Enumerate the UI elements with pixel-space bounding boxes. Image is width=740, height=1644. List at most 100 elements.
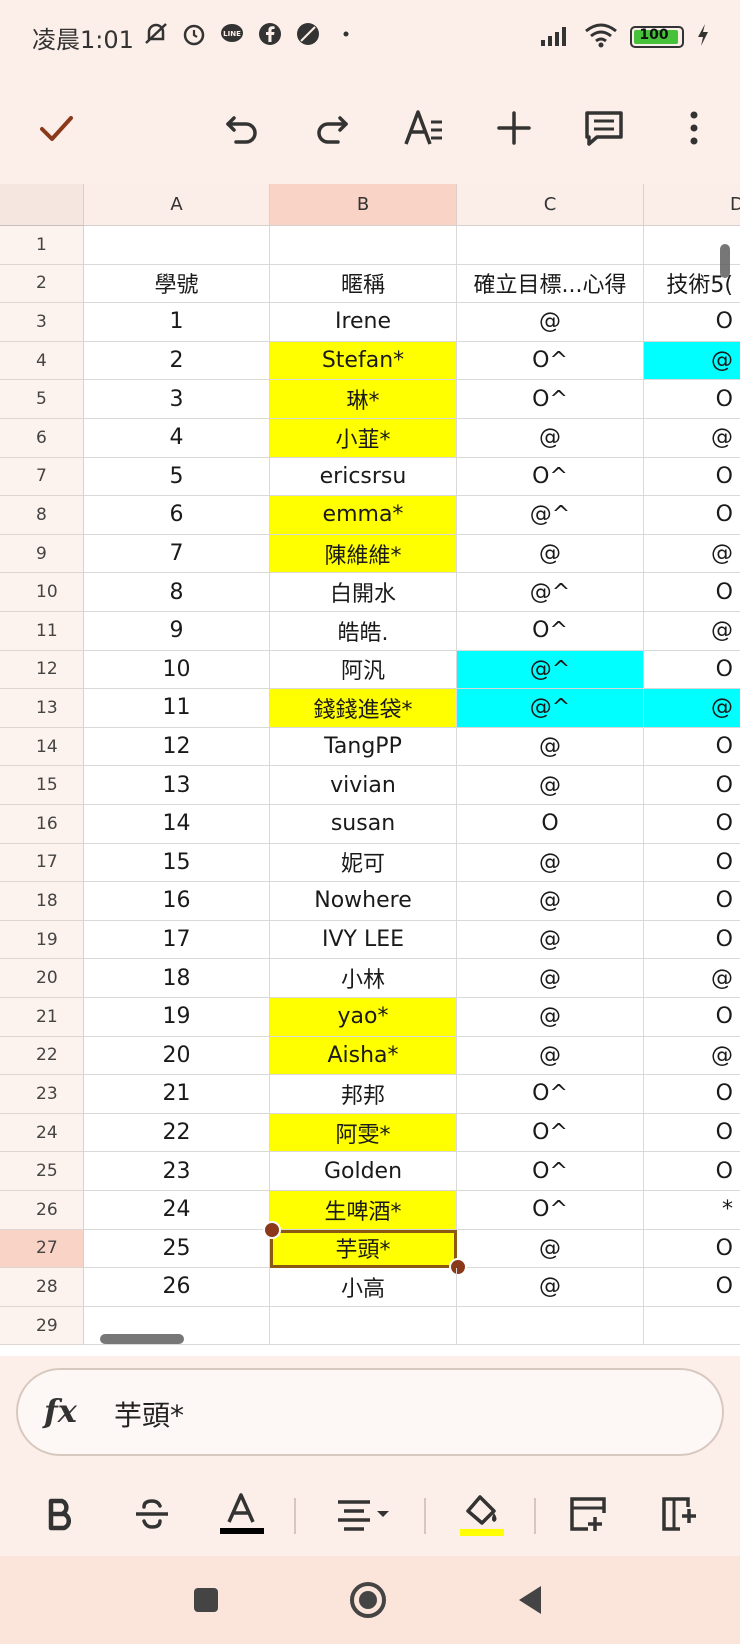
cell-b[interactable]: 陳維維* [270,534,457,574]
cell-d[interactable] [644,1307,740,1346]
redo-icon[interactable] [304,100,360,156]
cell-c[interactable]: O^ [457,1075,644,1114]
cell-b[interactable]: 皓皓. [270,612,457,651]
row-header[interactable]: 10 [0,573,84,612]
cell-d[interactable]: O [644,728,740,767]
selection-handle-start[interactable] [263,1220,281,1239]
check-icon[interactable] [28,100,84,156]
cell-a[interactable]: 8 [84,573,270,612]
more-icon[interactable] [666,100,722,156]
cell-b[interactable]: ericsrsu [270,457,457,497]
cell-c[interactable] [457,226,644,265]
cell-d[interactable]: O [644,1230,740,1269]
cell-d[interactable]: O [644,496,740,535]
cell-b[interactable]: 白開水 [270,573,457,612]
cell-c[interactable]: O^ [457,380,644,419]
row-header[interactable]: 25 [0,1152,84,1191]
text-format-icon[interactable] [396,100,452,156]
cell-b[interactable]: 小高 [270,1268,457,1307]
row-header[interactable]: 8 [0,496,84,535]
cell-b[interactable]: Golden [270,1152,457,1191]
cell-c[interactable]: @^ [457,650,644,690]
cell-c[interactable]: O^ [457,612,644,651]
cell-d[interactable]: O [644,844,740,883]
row-header[interactable]: 12 [0,650,84,690]
cell-a[interactable]: 11 [84,689,270,728]
cell-d[interactable]: O [644,651,740,690]
cell-a[interactable]: 26 [84,1268,270,1307]
row-header[interactable]: 1 [0,226,84,265]
row-header[interactable]: 14 [0,727,84,767]
cell-d[interactable]: @ [644,959,740,998]
cell-c[interactable]: @ [457,843,644,883]
cell-c[interactable]: O^ [457,1113,644,1153]
row-header[interactable]: 11 [0,612,84,651]
cell-d[interactable]: @ [644,612,740,651]
cell-c[interactable]: O^ [457,457,644,497]
insert-row-icon[interactable] [556,1486,620,1542]
cell-a[interactable]: 12 [84,727,270,767]
cell-d[interactable]: @ [644,689,740,728]
cell-c[interactable]: @ [457,920,644,960]
row-header[interactable]: 3 [0,303,84,342]
cell-d[interactable]: * [644,1191,740,1230]
bold-icon[interactable] [28,1486,92,1542]
insert-icon[interactable] [486,100,542,156]
cell-b[interactable]: 暱稱 [270,264,457,304]
row-header[interactable]: 29 [0,1306,84,1346]
cell-a[interactable]: 10 [84,650,270,690]
cell-b[interactable] [270,1306,457,1346]
cell-b[interactable]: Aisha* [270,1036,457,1076]
cell-d[interactable]: O [644,1114,740,1153]
cell-d[interactable]: O [644,998,740,1037]
cell-b[interactable]: IVY LEE [270,920,457,960]
cell-c[interactable]: O^ [457,1191,644,1230]
cell-c[interactable]: @^ [457,496,644,535]
cell-c[interactable]: @^ [457,689,644,728]
cell-c[interactable]: @ [457,303,644,342]
cell-a[interactable]: 20 [84,1036,270,1076]
cell-c[interactable]: @ [457,534,644,574]
cell-a[interactable]: 23 [84,1152,270,1191]
cell-b[interactable]: 妮可 [270,843,457,883]
row-header[interactable]: 26 [0,1191,84,1230]
cell-a[interactable]: 6 [84,496,270,535]
cell-b[interactable]: susan [270,805,457,844]
column-header-a[interactable]: A [84,184,270,226]
cell-b[interactable]: 阿汎 [270,650,457,690]
formula-input[interactable]: 芋頭* [114,1394,184,1434]
undo-icon[interactable] [214,100,270,156]
cell-c[interactable]: @ [457,766,644,805]
back-icon[interactable] [506,1576,554,1624]
cell-c[interactable]: @ [457,1268,644,1307]
cell-d[interactable]: O [644,1075,740,1114]
column-header-b[interactable]: B [270,184,457,226]
cell-a[interactable]: 19 [84,998,270,1037]
vertical-scrollbar[interactable] [720,244,730,278]
cell-b[interactable]: 小韮* [270,419,457,458]
cell-c[interactable]: O^ [457,1152,644,1191]
insert-column-icon[interactable] [648,1486,712,1542]
cell-a[interactable]: 14 [84,805,270,844]
cell-a[interactable]: 1 [84,303,270,342]
row-header[interactable]: 17 [0,843,84,883]
row-header[interactable]: 18 [0,882,84,921]
cell-d[interactable]: O [644,303,740,342]
strikethrough-icon[interactable] [120,1486,184,1542]
cell-b[interactable]: 邦邦 [270,1075,457,1114]
cell-d[interactable]: @ [644,535,740,574]
select-all-corner[interactable] [0,184,84,226]
cell-c[interactable]: @ [457,998,644,1037]
align-icon[interactable] [324,1486,404,1542]
recents-icon[interactable] [182,1576,230,1624]
cell-b[interactable]: vivian [270,766,457,805]
cell-d[interactable]: O [644,921,740,960]
cell-d[interactable]: @ [644,341,740,381]
cell-a[interactable]: 學號 [84,264,270,304]
row-header[interactable]: 5 [0,380,84,419]
cell-a[interactable]: 25 [84,1229,270,1269]
row-header[interactable]: 23 [0,1075,84,1114]
row-header[interactable]: 21 [0,998,84,1037]
cell-b[interactable]: 錢錢進袋* [270,689,457,728]
column-header-c[interactable]: C [457,184,644,226]
